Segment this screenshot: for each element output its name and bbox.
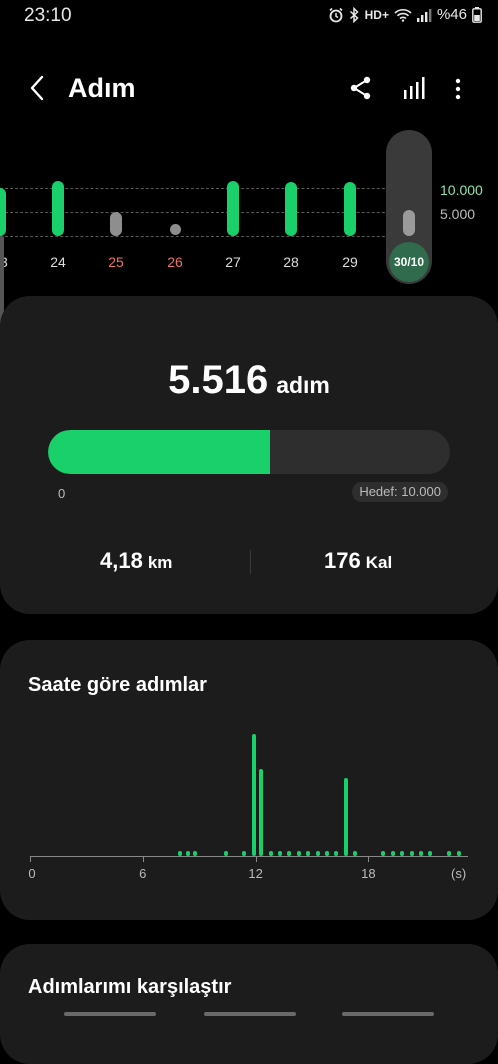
day-label[interactable]: 28 (271, 254, 311, 270)
half-goal-line (0, 212, 430, 213)
goal-progress-bar (48, 430, 450, 474)
alarm-icon (329, 7, 343, 22)
day-bar[interactable] (344, 182, 356, 236)
hour-tick (255, 856, 257, 862)
day-label[interactable]: 26 (155, 254, 195, 270)
hour-tick (142, 856, 144, 862)
hour-tick-label: (s) (451, 866, 467, 881)
calories-metric: 176 Kal (324, 548, 392, 574)
goal-line (0, 188, 430, 189)
hourly-x-axis (30, 856, 468, 857)
hourly-steps-title: Saate göre adımlar (28, 674, 207, 696)
distance-unit: km (147, 553, 173, 572)
nav-recents-button[interactable] (64, 1012, 156, 1016)
wifi-icon (394, 8, 412, 22)
hour-bar[interactable] (315, 850, 320, 856)
day-bar[interactable] (169, 224, 181, 235)
selected-date-chip[interactable]: 30/10 (389, 242, 429, 282)
hourly-steps-card[interactable]: Saate göre adımlar 0 6 12 18 (s) (0, 640, 498, 920)
hour-bar[interactable] (343, 777, 348, 856)
step-count-unit: adım (276, 372, 330, 398)
distance-metric: 4,18 km (100, 548, 172, 574)
hour-bar[interactable] (185, 850, 190, 856)
navigation-bar (0, 1010, 498, 1024)
selected-day-column[interactable]: 30/10 (386, 130, 432, 284)
share-button[interactable] (346, 74, 376, 104)
status-bar: 23:10 HD+ %46 (0, 0, 498, 32)
bar-chart-icon (404, 77, 425, 99)
half-goal-line-label: 5.000 (440, 206, 476, 222)
hour-bar[interactable] (268, 850, 273, 856)
battery-icon (472, 6, 482, 23)
selected-day-bar (403, 210, 415, 236)
status-icons: HD+ %46 (328, 6, 482, 23)
steps-summary-card: 5.516 adım 0 Hedef: 10.000 4,18 km 176 Kal (0, 296, 498, 614)
goal-line-label: 10.000 (440, 182, 483, 198)
distance-value: 4,18 (100, 548, 143, 573)
nav-back-button[interactable] (342, 1012, 434, 1016)
hour-tick-label: 6 (139, 866, 147, 881)
day-bar[interactable] (227, 180, 239, 236)
compare-steps-card[interactable]: Adımlarımı karşılaştır (0, 944, 498, 1064)
goal-progress-fill (48, 430, 270, 474)
hour-tick-label: 12 (248, 866, 263, 881)
step-count-value: 5.516 (168, 358, 269, 402)
baseline (0, 236, 430, 237)
back-button[interactable] (24, 72, 54, 104)
app-bar: Adım (0, 60, 498, 118)
hour-bar[interactable] (419, 850, 424, 856)
chevron-left-icon (30, 75, 44, 101)
weekly-steps-chart[interactable]: 10.000 5.000 30/10 23242526272829 (0, 130, 498, 290)
hour-bar[interactable] (296, 850, 301, 856)
network-type: HD+ (364, 7, 389, 22)
day-bar[interactable] (110, 212, 122, 236)
calories-unit: Kal (365, 553, 393, 572)
hour-bar[interactable] (251, 734, 256, 856)
step-count: 5.516 adım (0, 358, 498, 403)
hour-bar[interactable] (390, 850, 395, 856)
day-label[interactable]: 25 (96, 254, 136, 270)
hour-bar[interactable] (325, 850, 330, 856)
more-vertical-icon (455, 78, 461, 100)
more-options-button[interactable] (446, 74, 470, 104)
hour-bar[interactable] (456, 850, 461, 856)
progress-min-label: 0 (58, 486, 66, 501)
hour-tick-label: 0 (28, 866, 36, 881)
hour-bar[interactable] (259, 768, 264, 856)
compare-steps-title: Adımlarımı karşılaştır (28, 976, 232, 998)
metric-divider (250, 550, 251, 574)
day-label[interactable]: 27 (213, 254, 253, 270)
hour-tick (368, 856, 370, 862)
battery-text: %46 (436, 6, 467, 23)
hour-bar[interactable] (409, 850, 414, 856)
bluetooth-icon (349, 6, 359, 23)
hour-bar[interactable] (223, 850, 228, 856)
nav-home-button[interactable] (204, 1012, 296, 1016)
calories-value: 176 (324, 548, 361, 573)
day-bar[interactable] (52, 180, 64, 236)
goal-label[interactable]: Hedef: 10.000 (352, 482, 448, 502)
share-icon (350, 76, 371, 100)
day-bar[interactable] (0, 188, 6, 236)
status-time: 23:10 (24, 5, 72, 26)
hour-tick-label: 18 (361, 866, 376, 881)
page-title: Adım (68, 73, 136, 103)
day-bar[interactable] (285, 182, 297, 236)
day-label[interactable]: 29 (330, 254, 370, 270)
signal-icon (416, 8, 432, 22)
trends-button[interactable] (400, 74, 430, 104)
hour-tick (30, 856, 31, 862)
hour-bar[interactable] (278, 850, 283, 856)
day-label[interactable]: 24 (38, 254, 78, 270)
